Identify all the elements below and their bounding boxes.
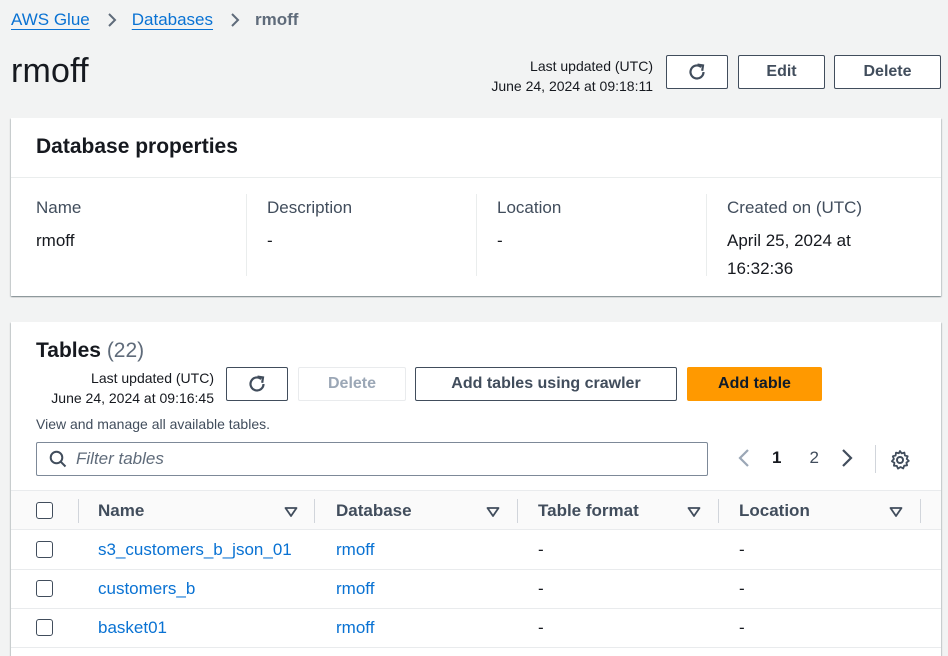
- property-value: April 25, 2024 at 16:32:36: [727, 231, 851, 278]
- table-name-link[interactable]: basket01: [98, 608, 167, 647]
- breadcrumb-current: rmoff: [255, 10, 299, 29]
- breadcrumb-databases[interactable]: Databases: [132, 10, 213, 30]
- row-checkbox[interactable]: [36, 541, 53, 558]
- divider: [875, 445, 876, 473]
- table-row[interactable]: s3_customers_b_json_01 rmoff - -: [11, 530, 941, 570]
- database-properties-panel: Database properties Name rmoff Descripti…: [11, 118, 941, 296]
- row-checkbox[interactable]: [36, 619, 53, 636]
- page-1-button[interactable]: 1: [772, 448, 781, 468]
- tables-heading: Tables (22): [36, 339, 144, 363]
- refresh-button[interactable]: [666, 55, 728, 89]
- tables-last-updated: Last updated (UTC) June 24, 2024 at 09:1…: [36, 368, 214, 408]
- chevron-right-icon: [230, 12, 240, 28]
- page-2-button[interactable]: 2: [809, 448, 818, 468]
- database-properties-title: Database properties: [36, 135, 238, 158]
- sort-caret-icon[interactable]: [486, 505, 500, 523]
- filter-tables-input[interactable]: [76, 449, 676, 469]
- property-created-on: Created on (UTC) April 25, 2024 at 16:32…: [727, 198, 907, 283]
- pagination: 1 2: [738, 448, 853, 468]
- property-value: -: [497, 231, 503, 250]
- tables-delete-button[interactable]: Delete: [298, 367, 406, 401]
- property-label: Created on (UTC): [727, 198, 863, 217]
- table-row[interactable]: customers_b rmoff - -: [11, 569, 941, 609]
- last-updated-label: Last updated (UTC): [530, 58, 653, 74]
- property-value: rmoff: [36, 231, 75, 250]
- divider: [706, 194, 707, 276]
- divider: [920, 499, 921, 523]
- database-link[interactable]: rmoff: [336, 608, 374, 647]
- divider: [246, 194, 247, 276]
- property-description: Description -: [267, 198, 497, 255]
- table-name-link[interactable]: customers_b: [98, 569, 195, 608]
- tables-panel: Tables (22) Last updated (UTC) June 24, …: [11, 322, 941, 656]
- property-label: Location: [497, 198, 562, 217]
- select-all-checkbox[interactable]: [36, 502, 53, 519]
- column-header-table-format[interactable]: Table format: [538, 491, 639, 531]
- table-row[interactable]: basket01 rmoff - -: [11, 608, 941, 648]
- tables-count: (22): [106, 339, 145, 362]
- sort-caret-icon[interactable]: [889, 505, 903, 523]
- property-location: Location -: [497, 198, 727, 255]
- tables-last-updated-label: Last updated (UTC): [91, 370, 214, 386]
- database-link[interactable]: rmoff: [336, 569, 374, 608]
- tables-refresh-button[interactable]: [226, 367, 288, 401]
- table-name-link[interactable]: s3_customers_b_json_01: [98, 530, 292, 569]
- refresh-icon: [246, 373, 268, 395]
- add-tables-crawler-button[interactable]: Add tables using crawler: [415, 367, 677, 401]
- column-header-database[interactable]: Database: [336, 491, 412, 531]
- sort-caret-icon[interactable]: [687, 505, 701, 523]
- divider: [314, 499, 315, 523]
- property-label: Name: [36, 198, 82, 217]
- property-value: -: [267, 231, 273, 250]
- filter-tables-field[interactable]: [36, 442, 708, 476]
- settings-gear-icon[interactable]: [889, 449, 911, 471]
- delete-button[interactable]: Delete: [834, 55, 941, 89]
- edit-button[interactable]: Edit: [738, 55, 825, 89]
- refresh-icon: [686, 61, 708, 83]
- table-format-cell: -: [538, 617, 544, 637]
- sort-caret-icon[interactable]: [284, 505, 298, 523]
- column-header-name[interactable]: Name: [98, 491, 144, 531]
- divider: [517, 499, 518, 523]
- table-format-cell: -: [538, 578, 544, 598]
- divider: [476, 194, 477, 276]
- location-cell: -: [739, 578, 745, 598]
- divider: [718, 499, 719, 523]
- chevron-left-icon[interactable]: [738, 448, 750, 468]
- table-header-row: Name Database Table format Location: [11, 490, 941, 530]
- row-checkbox[interactable]: [36, 580, 53, 597]
- add-table-button[interactable]: Add table: [687, 367, 822, 401]
- last-updated-value: June 24, 2024 at 09:18:11: [491, 78, 653, 94]
- divider: [78, 499, 79, 523]
- tables-description: View and manage all available tables.: [36, 416, 271, 432]
- database-link[interactable]: rmoff: [336, 530, 374, 569]
- page-title: rmoff: [11, 52, 89, 90]
- tables-title: Tables: [36, 339, 101, 362]
- table-format-cell: -: [538, 539, 544, 559]
- location-cell: -: [739, 617, 745, 637]
- tables-last-updated-value: June 24, 2024 at 09:16:45: [51, 390, 214, 406]
- column-header-location[interactable]: Location: [739, 491, 810, 531]
- last-updated: Last updated (UTC) June 24, 2024 at 09:1…: [491, 56, 653, 96]
- property-name: Name rmoff: [36, 198, 266, 255]
- property-label: Description: [267, 198, 353, 217]
- breadcrumb: AWS Glue Databases rmoff: [11, 10, 298, 30]
- database-properties-header: Database properties: [11, 118, 941, 178]
- breadcrumb-aws-glue[interactable]: AWS Glue: [11, 10, 90, 30]
- location-cell: -: [739, 539, 745, 559]
- search-icon: [49, 450, 67, 468]
- chevron-right-icon[interactable]: [841, 448, 853, 468]
- chevron-right-icon: [107, 12, 117, 28]
